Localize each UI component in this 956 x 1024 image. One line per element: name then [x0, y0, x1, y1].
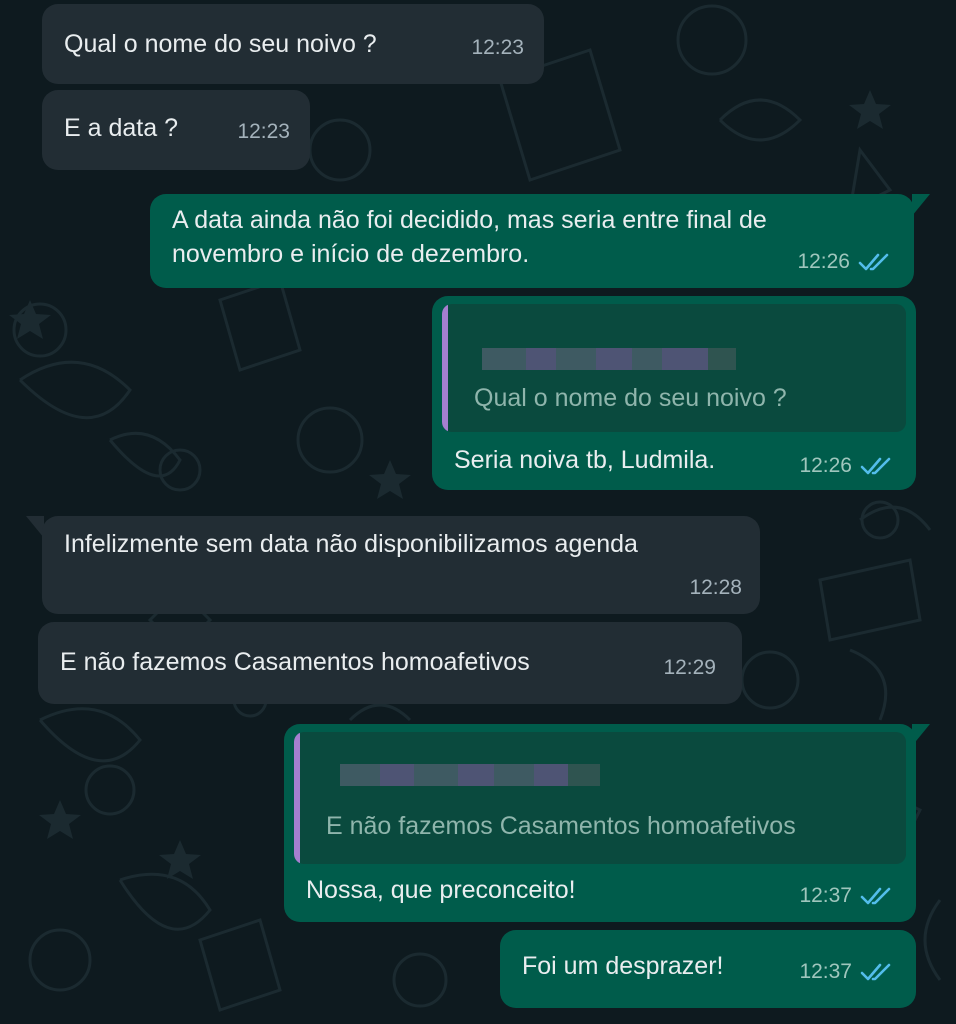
message-incoming[interactable]: Qual o nome do seu noivo ? 12:23 [42, 4, 544, 84]
message-text: Foi um desprazer! [522, 952, 724, 980]
message-text-line-2: novembro e início de dezembro. [172, 240, 530, 268]
message-time: 12:26 [799, 454, 852, 477]
message-outgoing[interactable]: Foi um desprazer! 12:37 [500, 930, 916, 1008]
quoted-author-redacted [340, 764, 600, 786]
message-meta: 12:37 [799, 960, 894, 984]
message-meta: 12:23 [237, 120, 290, 144]
message-time: 12:37 [799, 960, 852, 983]
read-receipt-icon [858, 253, 889, 271]
read-receipt-icon [860, 887, 891, 905]
message-text: E a data ? [64, 114, 178, 142]
message-incoming[interactable]: Infelizmente sem data não disponibilizam… [42, 516, 760, 614]
message-meta: 12:26 [797, 250, 892, 274]
message-text-line-1: A data ainda não foi decidido, mas seria… [172, 206, 767, 234]
message-time: 12:23 [471, 36, 524, 59]
quoted-author-redacted [482, 348, 736, 370]
message-time: 12:28 [689, 576, 742, 599]
message-outgoing-reply[interactable]: Qual o nome do seu noivo ? Seria noiva t… [432, 296, 916, 490]
quote-accent-bar [294, 732, 300, 864]
message-time: 12:29 [663, 656, 716, 679]
message-text: Infelizmente sem data não disponibilizam… [64, 530, 638, 558]
message-time: 12:23 [237, 120, 290, 143]
quote-accent-bar [442, 304, 448, 432]
message-meta: 12:23 [471, 36, 524, 60]
quoted-message[interactable]: E não fazemos Casamentos homoafetivos [294, 732, 906, 864]
message-incoming[interactable]: E a data ? 12:23 [42, 90, 310, 170]
message-outgoing-reply[interactable]: E não fazemos Casamentos homoafetivos No… [284, 724, 916, 922]
quoted-text: E não fazemos Casamentos homoafetivos [326, 812, 796, 840]
message-text: E não fazemos Casamentos homoafetivos [60, 648, 530, 676]
message-time: 12:26 [797, 250, 850, 273]
message-text: Nossa, que preconceito! [306, 876, 576, 904]
bubble-tail [912, 194, 930, 216]
message-incoming[interactable]: E não fazemos Casamentos homoafetivos 12… [38, 622, 742, 704]
read-receipt-icon [860, 457, 891, 475]
message-outgoing[interactable]: A data ainda não foi decidido, mas seria… [150, 194, 914, 288]
quoted-message[interactable]: Qual o nome do seu noivo ? [442, 304, 906, 432]
message-text: Qual o nome do seu noivo ? [64, 30, 377, 58]
message-meta: 12:28 [689, 576, 742, 600]
quoted-text: Qual o nome do seu noivo ? [474, 384, 787, 412]
message-time: 12:37 [799, 884, 852, 907]
message-meta: 12:37 [799, 884, 894, 908]
message-meta: 12:26 [799, 454, 894, 478]
message-text: Seria noiva tb, Ludmila. [454, 446, 716, 474]
message-meta: 12:29 [663, 656, 716, 680]
read-receipt-icon [860, 963, 891, 981]
